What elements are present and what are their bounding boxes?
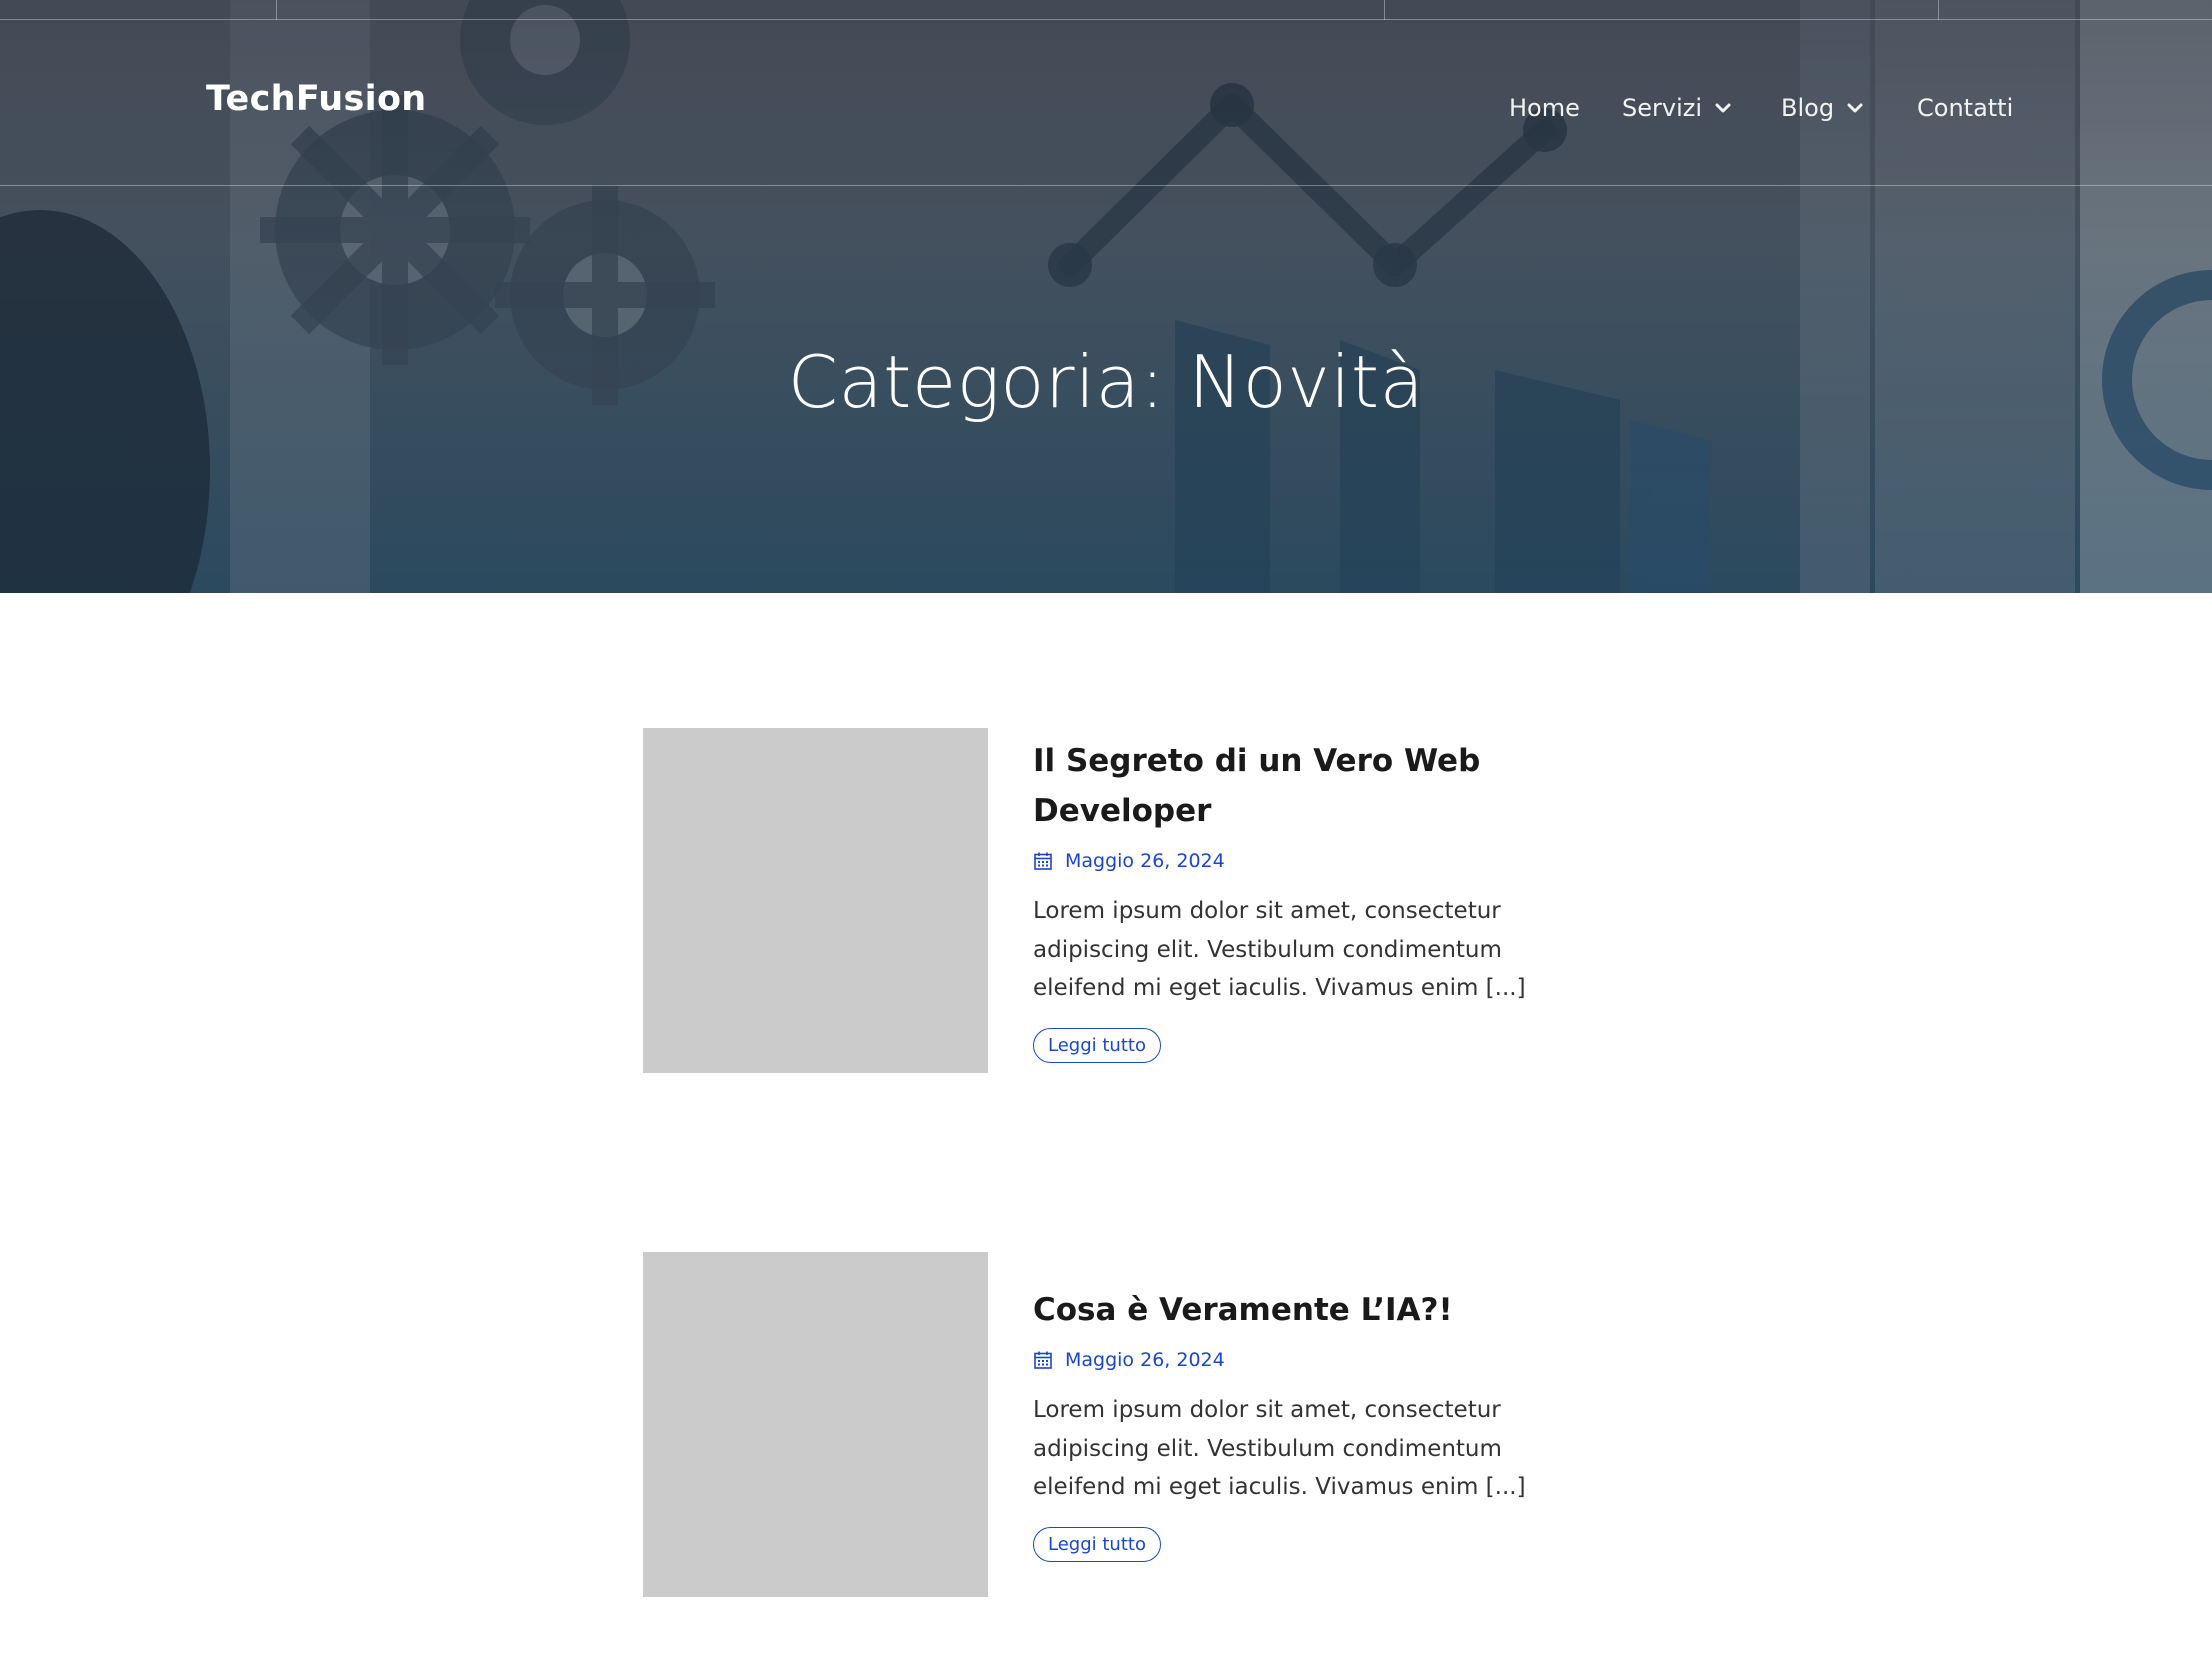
- post-card: Cosa è Veramente L’IA?! Maggio 26, 2024 …: [643, 1252, 1583, 1598]
- nav-item-label: Home: [1509, 94, 1580, 122]
- page-title: Categoria: Novità: [787, 340, 1425, 424]
- post-date-text: Maggio 26, 2024: [1065, 1349, 1225, 1371]
- post-body: Il Segreto di un Vero Web Developer Magg…: [1033, 736, 1593, 1063]
- nav-item-blog[interactable]: Blog: [1781, 88, 1864, 128]
- post-body: Cosa è Veramente L’IA?! Maggio 26, 2024 …: [1033, 1285, 1593, 1562]
- post-card: Il Segreto di un Vero Web Developer Magg…: [643, 728, 1583, 1074]
- post-excerpt: Lorem ipsum dolor sit amet, consectetur …: [1033, 898, 1526, 1001]
- read-more-button[interactable]: Leggi tutto: [1033, 1526, 1161, 1562]
- site-logo[interactable]: TechFusion: [206, 79, 427, 119]
- nav-item-label: Contatti: [1917, 94, 2014, 122]
- nav-item-home[interactable]: Home: [1509, 88, 1580, 128]
- top-bar-divider: [1384, 0, 1385, 20]
- post-title[interactable]: Il Segreto di un Vero Web Developer: [1033, 736, 1593, 836]
- read-more-button[interactable]: Leggi tutto: [1033, 1027, 1161, 1063]
- chevron-down-icon: [1715, 103, 1731, 113]
- post-title[interactable]: Cosa è Veramente L’IA?!: [1033, 1285, 1593, 1335]
- calendar-icon: [1034, 852, 1052, 870]
- nav-item-servizi[interactable]: Servizi: [1622, 88, 1732, 128]
- post-thumbnail[interactable]: [643, 1252, 988, 1597]
- post-date: Maggio 26, 2024: [1033, 1347, 1593, 1373]
- nav-item-label: Blog: [1781, 94, 1835, 122]
- post-thumbnail[interactable]: [643, 728, 988, 1073]
- top-bar: [0, 0, 2212, 20]
- post-date-text: Maggio 26, 2024: [1065, 850, 1225, 872]
- post-excerpt: Lorem ipsum dolor sit amet, consectetur …: [1033, 1397, 1526, 1500]
- nav-item-contatti[interactable]: Contatti: [1917, 88, 2013, 128]
- header-navbar: TechFusion Home Servizi Blog Contatti: [0, 20, 2212, 186]
- hero-banner: TechFusion Home Servizi Blog Contatti Ca…: [0, 0, 2212, 593]
- calendar-icon: [1034, 1351, 1052, 1369]
- post-date: Maggio 26, 2024: [1033, 848, 1593, 874]
- top-bar-divider: [1938, 0, 1939, 20]
- chevron-down-icon: [1847, 103, 1863, 113]
- nav-item-label: Servizi: [1622, 94, 1703, 122]
- top-bar-divider: [276, 0, 277, 20]
